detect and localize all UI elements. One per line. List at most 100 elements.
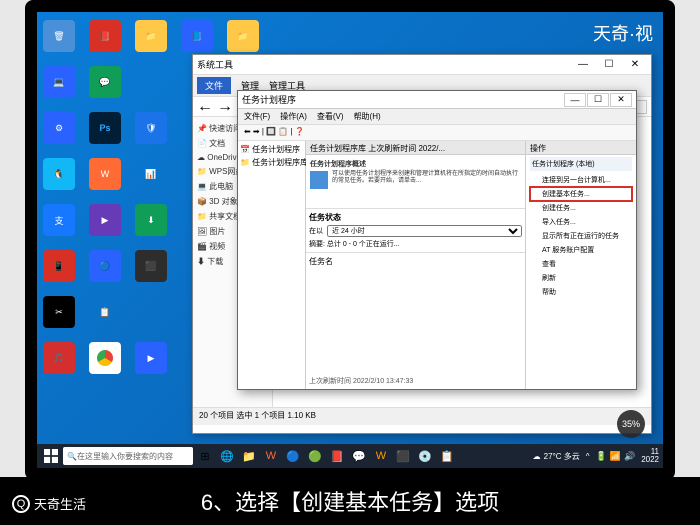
explorer-titlebar[interactable]: 系统工具 — ☐ ✕ [193,55,651,75]
action-show-running[interactable]: 显示所有正在运行的任务 [530,229,632,243]
app-icon[interactable]: ▶ [89,204,121,236]
app-icon[interactable]: ⬇ [135,204,167,236]
control-panel-icon[interactable]: ⚙ [43,112,75,144]
app-icon[interactable]: 📱 [43,250,75,282]
qq-icon[interactable]: 🐧 [43,158,75,190]
logo-text: 天奇生活 [34,494,86,513]
task-scheduler-window[interactable]: 任务计划程序 — ☐ ✕ 文件(F) 操作(A) 查看(V) 帮助(H) ⬅ ➡… [237,90,637,390]
app-taskbar-icon[interactable]: 💿 [415,446,435,466]
maximize-button[interactable]: ☐ [597,57,621,73]
center-header: 任务计划程序库 上次刷新时间 2022/... [306,141,525,155]
monitor-frame: 天奇·视 🗑 📕 📁 📘 📁 💻 💬 ⚙ Ps 🛡 📄 [25,0,675,480]
scheduler-center-pane: 任务计划程序库 上次刷新时间 2022/... 任务计划程序概述 可以使用任务计… [306,141,526,389]
action-import-task[interactable]: 导入任务... [530,215,632,229]
tray-icon[interactable]: 🔋 [596,451,607,462]
spacer [135,296,167,328]
taskbar-clock[interactable]: 11 2022 [641,448,659,464]
scheduler-menubar: 文件(F) 操作(A) 查看(V) 帮助(H) [238,109,636,125]
start-button[interactable] [41,446,61,466]
scheduler-summary: 任务计划程序概述 可以使用任务计划程序来创建和管理计算机将在所指定的时间自动执行… [306,155,525,209]
back-button[interactable]: ← [197,98,213,116]
system-tray[interactable]: 🔋 📶 🔊 [596,451,636,462]
action-refresh[interactable]: 刷新 [530,271,632,285]
app-icon[interactable]: 📊 [135,158,167,190]
wps-icon[interactable]: W [89,158,121,190]
minimize-button[interactable]: — [571,57,595,73]
maximize-button[interactable]: ☐ [587,93,609,107]
alipay-icon[interactable]: 支 [43,204,75,236]
tree-library[interactable]: 📁 任务计划程序库 [240,156,303,169]
app-taskbar-icon[interactable]: 🟢 [305,446,325,466]
folder-icon[interactable]: 📁 [227,20,259,52]
minimize-button[interactable]: — [564,93,586,107]
recycle-bin-icon[interactable]: 🗑 [43,20,75,52]
edge-icon[interactable]: 🌐 [217,446,237,466]
actions-header: 操作 [526,141,636,155]
action-create-basic-task[interactable]: 创建基本任务... [530,187,632,201]
netease-icon[interactable]: 🎵 [43,342,75,374]
action-view[interactable]: 查看 [530,257,632,271]
app-icon[interactable]: 📋 [89,296,121,328]
action-create-task[interactable]: 创建任务... [530,201,632,215]
thispc-icon[interactable]: 💻 [43,66,75,98]
scheduler-actions-pane: 操作 任务计划程序 (本地) 连接到另一台计算机... 创建基本任务... 创建… [526,141,636,389]
taskbar-search[interactable]: 🔍 在这里输入你要搜索的内容 [63,447,193,465]
security-icon[interactable]: 🛡 [135,112,167,144]
summary-text: 可以使用任务计划程序来创建和管理计算机将在所指定的时间自动执行的常见任务。若要开… [310,171,521,185]
scheduler-title: 任务计划程序 [242,93,296,106]
desktop[interactable]: 🗑 📕 📁 📘 📁 💻 💬 ⚙ Ps 🛡 📄 🐧 W [37,12,663,468]
actions-group-title: 任务计划程序 (本地) [530,157,632,171]
caption-step-text: 6、选择【创建基本任务】选项 [201,485,499,517]
video-caption-bar: Q 天奇生活 6、选择【创建基本任务】选项 [0,477,700,525]
app-taskbar-icon[interactable]: 🔵 [283,446,303,466]
tray-chevron-icon[interactable]: ^ [586,452,590,461]
app-taskbar-icon[interactable]: 📕 [327,446,347,466]
app-taskbar-icon[interactable]: ⬛ [393,446,413,466]
app-taskbar-icon[interactable]: 📋 [437,446,457,466]
period-select[interactable]: 近 24 小时 [327,225,522,237]
app-icon[interactable]: 📘 [181,20,213,52]
menu-file[interactable]: 文件(F) [244,111,270,122]
close-button[interactable]: ✕ [623,57,647,73]
photoshop-icon[interactable]: Ps [89,112,121,144]
summary-title: 任务计划程序概述 [310,159,521,169]
menu-view[interactable]: 查看(V) [317,111,344,122]
menu-action[interactable]: 操作(A) [280,111,307,122]
action-at-account[interactable]: AT 服务账户配置 [530,243,632,257]
tray-icon[interactable]: 📶 [610,451,621,462]
task-name-section: 任务名 [306,253,525,270]
wechat-icon[interactable]: 💬 [89,66,121,98]
tree-root[interactable]: 📅 任务计划程序 [240,143,303,156]
scheduler-titlebar[interactable]: 任务计划程序 — ☐ ✕ [238,91,636,109]
period-label: 在以 [309,226,323,236]
task-status-section: 任务状态 在以 近 24 小时 摘要: 总计 0 - 0 个正在运行... [306,209,525,253]
app-taskbar-icon[interactable]: W [371,446,391,466]
status-title: 任务状态 [309,212,522,223]
file-tab[interactable]: 文件 [197,77,231,94]
explorer-title: 系统工具 [197,58,233,71]
scheduler-toolbar[interactable]: ⬅ ➡ | 🔲 📋 | ❓ [238,125,636,141]
capcut-icon[interactable]: ✂ [43,296,75,328]
app-icon[interactable]: 📕 [89,20,121,52]
close-button[interactable]: ✕ [610,93,632,107]
menu-help[interactable]: 帮助(H) [354,111,381,122]
app-icon[interactable]: ▶ [135,342,167,374]
zoom-badge: 35% [617,410,645,438]
spacer [273,20,305,52]
weather-widget[interactable]: ☁ 27°C 多云 [533,451,580,462]
forward-button[interactable]: → [217,98,233,116]
app-icon[interactable]: 🔵 [89,250,121,282]
search-icon: 🔍 [67,452,77,461]
wps-taskbar-icon[interactable]: W [261,446,281,466]
task-view-icon[interactable]: ⊞ [195,446,215,466]
chrome-icon[interactable] [89,342,121,374]
volume-icon[interactable]: 🔊 [624,451,635,462]
action-connect[interactable]: 连接到另一台计算机... [530,173,632,187]
app-icon[interactable]: ⬛ [135,250,167,282]
wechat-taskbar-icon[interactable]: 💬 [349,446,369,466]
explorer-icon[interactable]: 📁 [239,446,259,466]
action-help[interactable]: 帮助 [530,285,632,299]
status-summary: 摘要: 总计 0 - 0 个正在运行... [309,239,522,249]
folder-icon[interactable]: 📁 [135,20,167,52]
weather-icon: ☁ [533,452,541,461]
